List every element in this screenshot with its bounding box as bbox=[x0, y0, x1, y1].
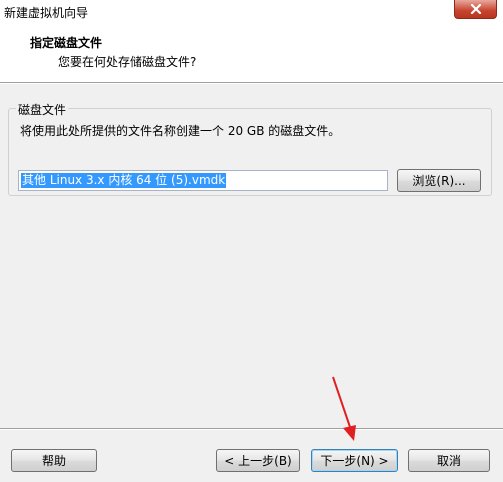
wizard-footer: 帮助 < 上一步(B) 下一步(N) > 取消 bbox=[0, 430, 503, 482]
wizard-body: 磁盘文件 将使用此处所提供的文件名称创建一个 20 GB 的磁盘文件。 其他 L… bbox=[0, 84, 503, 428]
disk-file-path-value: 其他 Linux 3.x 内核 64 位 (5).vmdk bbox=[21, 173, 227, 188]
page-title: 指定磁盘文件 bbox=[30, 36, 103, 50]
wizard-header: 指定磁盘文件 您要在何处存储磁盘文件? bbox=[0, 28, 503, 83]
close-button[interactable] bbox=[454, 0, 497, 19]
window-title: 新建虚拟机向导 bbox=[4, 6, 89, 20]
close-icon bbox=[470, 4, 481, 14]
help-button[interactable]: 帮助 bbox=[11, 449, 97, 472]
next-button[interactable]: 下一步(N) > bbox=[311, 449, 398, 472]
disk-file-legend: 磁盘文件 bbox=[16, 101, 69, 118]
disk-file-description: 将使用此处所提供的文件名称创建一个 20 GB 的磁盘文件。 bbox=[20, 124, 341, 138]
disk-file-path-input[interactable]: 其他 Linux 3.x 内核 64 位 (5).vmdk bbox=[18, 170, 388, 191]
browse-button[interactable]: 浏览(R)... bbox=[397, 169, 481, 192]
page-subtitle: 您要在何处存储磁盘文件? bbox=[58, 55, 197, 69]
back-button[interactable]: < 上一步(B) bbox=[216, 449, 300, 472]
title-bar: 新建虚拟机向导 bbox=[0, 0, 503, 28]
cancel-button[interactable]: 取消 bbox=[408, 449, 490, 472]
